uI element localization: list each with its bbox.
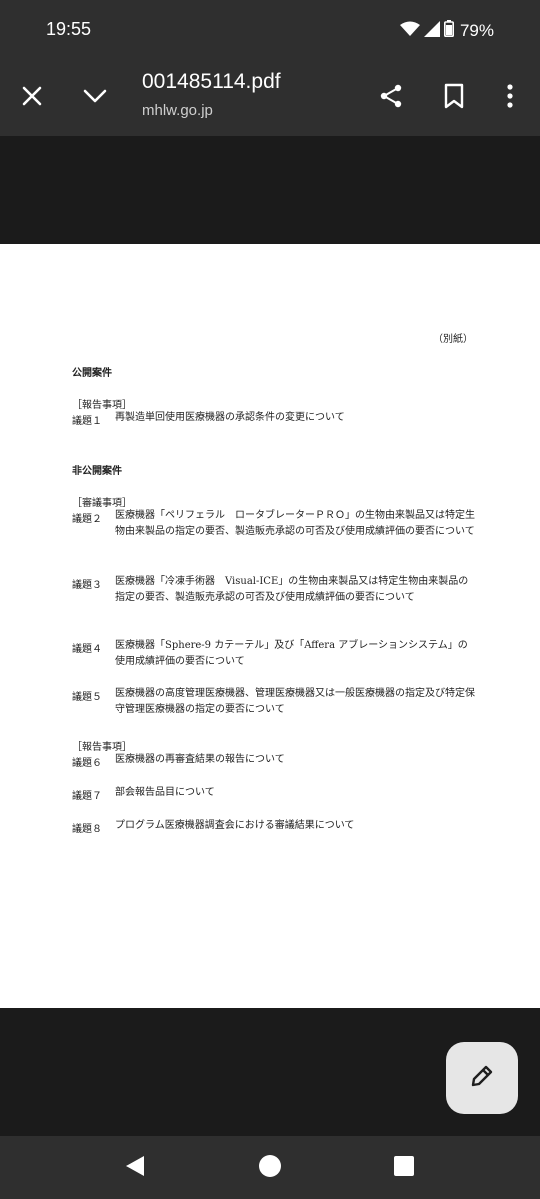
pdf-page: （別紙） 公開案件 ［報告事項］ 議題１ 再製造単回使用医療機器の承認条件の変更… — [0, 244, 540, 1008]
item-text: 再製造単回使用医療機器の承認条件の変更について — [115, 412, 345, 423]
more-vert-icon — [506, 84, 514, 112]
more-options-button[interactable] — [488, 76, 532, 120]
file-title: 001485114.pdf — [142, 70, 281, 93]
status-icons: 79% — [399, 20, 494, 41]
share-button[interactable] — [369, 76, 413, 120]
item-number: 議題７ — [72, 791, 102, 802]
item-text: 医療機器の再審査結果の報告について — [115, 754, 285, 765]
item-text: 医療機器の高度管理医療機器、管理医療機器又は一般医療機器の指定及び特定保守管理医… — [115, 688, 475, 715]
bookmark-icon — [444, 83, 464, 113]
item-text: プログラム医療機器調査会における審議結果について — [115, 820, 355, 831]
item-number: 議題５ — [72, 692, 102, 703]
close-icon — [21, 85, 43, 111]
item-text: 部会報告品目について — [115, 787, 215, 798]
back-button[interactable] — [121, 1154, 149, 1182]
pdf-viewer[interactable]: （別紙） 公開案件 ［報告事項］ 議題１ 再製造単回使用医療機器の承認条件の変更… — [0, 136, 540, 1136]
battery-icon — [443, 20, 454, 41]
item-number: 議題８ — [72, 824, 102, 835]
system-nav-bar — [0, 1136, 540, 1199]
edit-pencil-icon — [469, 1063, 495, 1093]
item-number: 議題６ — [72, 758, 102, 769]
cellular-signal-icon — [423, 20, 440, 41]
private-report-label: ［報告事項］ — [72, 742, 132, 753]
home-button[interactable] — [256, 1154, 284, 1182]
collapse-button[interactable] — [73, 76, 117, 120]
public-report-label: ［報告事項］ — [72, 400, 132, 411]
chevron-down-icon — [83, 88, 107, 108]
item-number: 議題３ — [72, 580, 102, 591]
app-bar: 001485114.pdf mhlw.go.jp — [0, 60, 540, 136]
status-time: 19:55 — [46, 19, 92, 39]
item-text: 医療機器「Sphere-9 カテーテル」及び「Affera アブレーションシステ… — [115, 640, 468, 667]
close-button[interactable] — [10, 76, 54, 120]
file-domain: mhlw.go.jp — [142, 102, 213, 119]
private-heading: 非公開案件 — [72, 466, 122, 477]
item-text: 医療機器「冷凍手術器 Visual-ICE」の生物由来製品又は特定生物由来製品の… — [115, 576, 469, 603]
share-icon — [378, 83, 404, 113]
recents-button[interactable] — [390, 1154, 418, 1182]
battery-percent: 79% — [459, 20, 494, 40]
public-heading: 公開案件 — [72, 368, 112, 379]
edit-button[interactable] — [446, 1042, 518, 1114]
wifi-icon — [399, 21, 420, 41]
bookmark-button[interactable] — [432, 76, 476, 120]
item-number: 議題２ — [72, 514, 102, 525]
title-block: 001485114.pdf mhlw.go.jp — [142, 70, 281, 119]
recents-square-icon — [393, 1155, 415, 1181]
item-text: 医療機器「ペリフェラル ロータブレーターＰＲＯ」の生物由来製品又は特定生物由来製… — [115, 510, 475, 537]
back-triangle-icon — [124, 1154, 146, 1182]
attachment-label: （別紙） — [433, 334, 473, 345]
item-number: 議題１ — [72, 416, 102, 427]
item-number: 議題４ — [72, 644, 102, 655]
status-bar: 19:55 79% — [0, 0, 540, 60]
deliberation-label: ［審議事項］ — [72, 498, 132, 509]
home-circle-icon — [258, 1154, 282, 1182]
